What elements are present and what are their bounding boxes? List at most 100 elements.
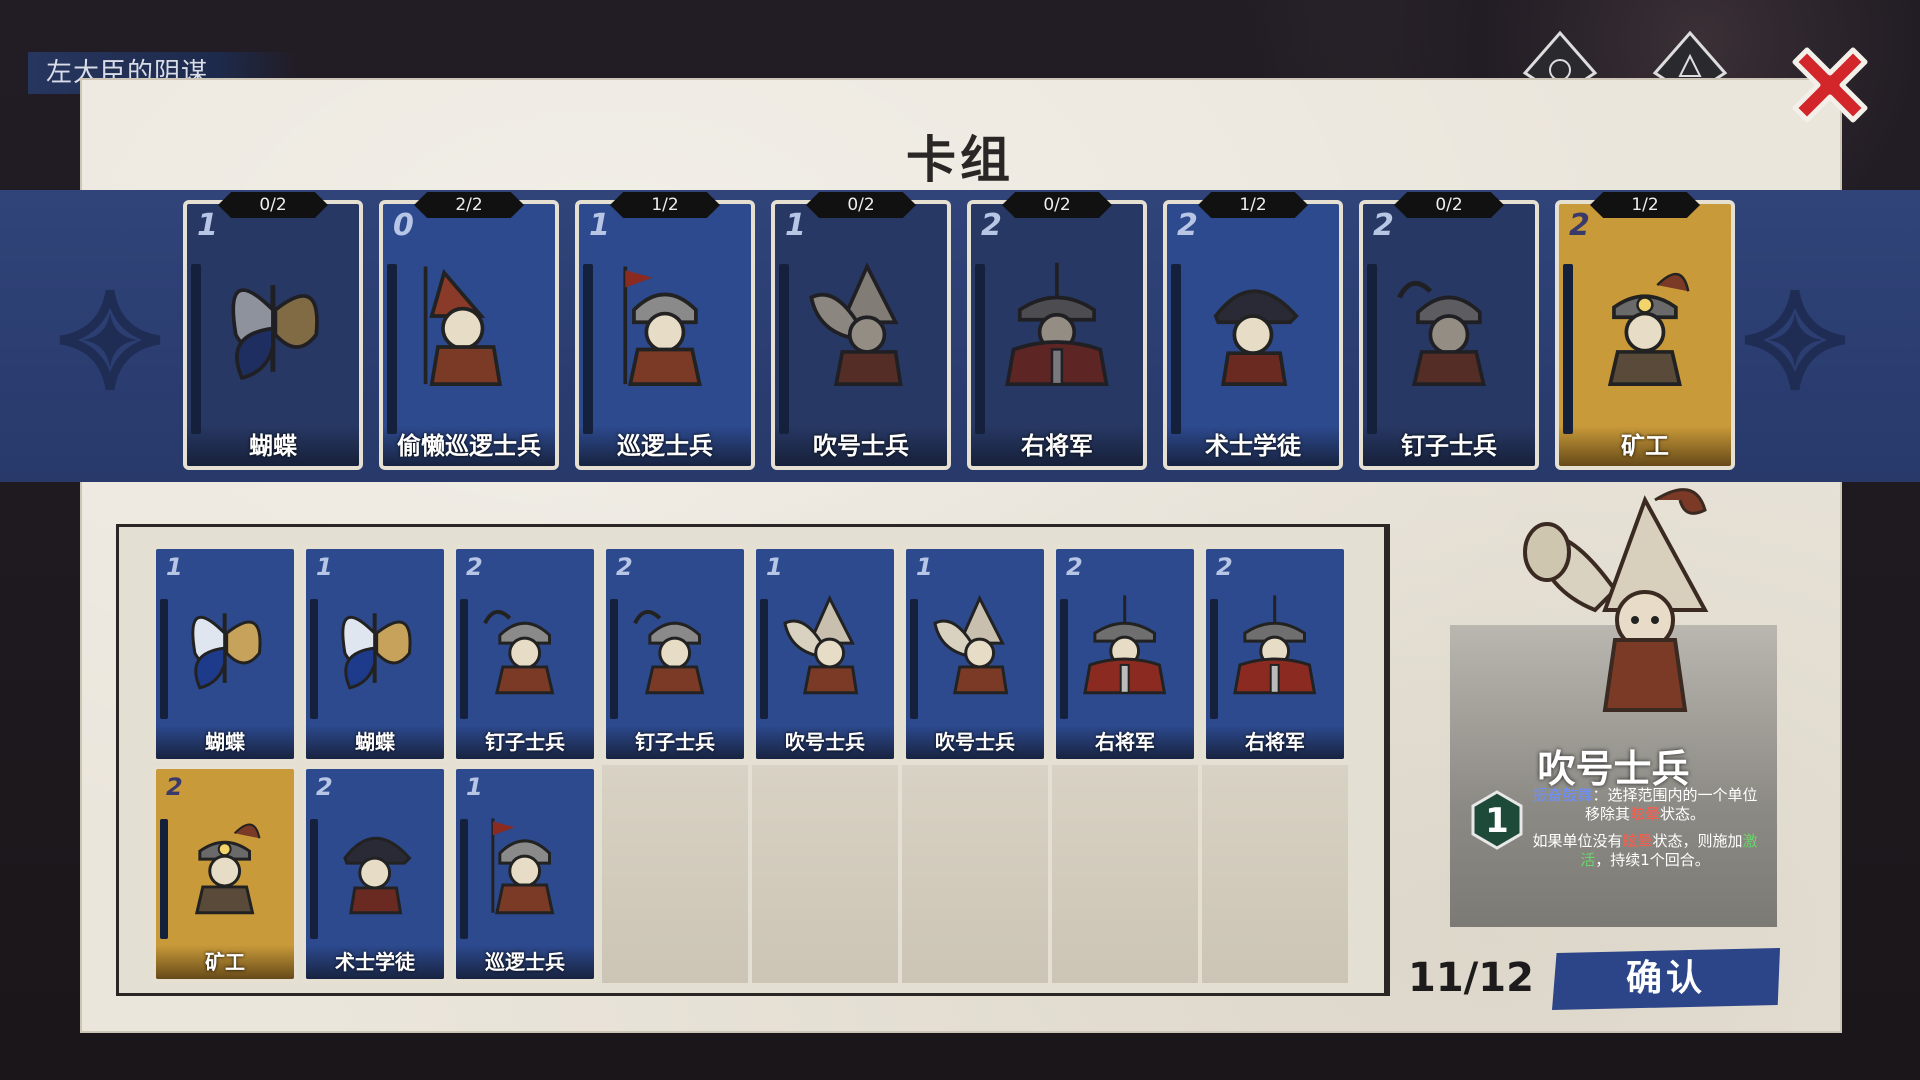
deck-count: 11/12 xyxy=(1408,955,1534,1001)
deck-card[interactable]: 1 吹号士兵 xyxy=(752,545,898,763)
card-cost: 0 xyxy=(393,208,414,243)
empty-deck-slot xyxy=(902,765,1048,983)
card-face: 1 蝴蝶 xyxy=(302,545,448,763)
card-face: 1 巡逻士兵 xyxy=(452,765,598,983)
keyword-stun: 眩晕 xyxy=(1622,832,1653,850)
confirm-button[interactable]: 确认 xyxy=(1552,948,1780,1010)
four-point-star-icon xyxy=(1740,285,1850,395)
apprentice-icon xyxy=(325,798,424,928)
patrol-soldier-icon xyxy=(475,798,574,928)
collection-card[interactable]: 2/2 0 偷懒巡逻士兵 xyxy=(379,192,559,470)
keyword-stun: 眩晕 xyxy=(1629,805,1660,823)
card-side-strip xyxy=(975,264,985,434)
card-side-strip xyxy=(160,819,168,939)
card-name: 吹号士兵 xyxy=(906,725,1044,759)
horn-soldier-icon xyxy=(925,578,1024,708)
close-button[interactable] xyxy=(1785,40,1875,130)
card-side-strip xyxy=(310,819,318,939)
card-count-badge: 1/2 xyxy=(1198,192,1308,218)
card-face: 1 巡逻士兵 xyxy=(575,200,755,470)
card-count-badge: 2/2 xyxy=(414,192,524,218)
card-face: 1 吹号士兵 xyxy=(771,200,951,470)
card-face: 2 钉子士兵 xyxy=(1359,200,1539,470)
card-side-strip xyxy=(610,599,618,719)
deck-card[interactable]: 2 矿工 xyxy=(152,765,298,983)
collection-card[interactable]: 0/2 1 吹号士兵 xyxy=(771,192,951,470)
deck-card[interactable]: 1 吹号士兵 xyxy=(902,545,1048,763)
general-icon xyxy=(1075,578,1174,708)
horn-soldier-icon xyxy=(775,578,874,708)
card-name: 巡逻士兵 xyxy=(456,945,594,979)
card-name: 右将军 xyxy=(1056,725,1194,759)
card-cost: 1 xyxy=(166,553,183,581)
card-cost: 1 xyxy=(766,553,783,581)
card-cost: 2 xyxy=(166,773,183,801)
card-count-badge: 0/2 xyxy=(218,192,328,218)
card-face: 2 钉子士兵 xyxy=(602,545,748,763)
card-face: 2 矿工 xyxy=(152,765,298,983)
card-face: 1 吹号士兵 xyxy=(902,545,1048,763)
card-cost: 1 xyxy=(197,208,218,243)
collection-card[interactable]: 1/2 1 巡逻士兵 xyxy=(575,192,755,470)
card-side-strip xyxy=(1210,599,1218,719)
four-point-star-icon xyxy=(55,285,165,395)
collection-card[interactable]: 1/2 2 矿工 xyxy=(1555,192,1735,470)
card-cost: 2 xyxy=(981,208,1002,243)
card-side-strip xyxy=(387,264,397,434)
empty-deck-slot xyxy=(1052,765,1198,983)
deck-card[interactable]: 1 蝴蝶 xyxy=(152,545,298,763)
empty-deck-slot xyxy=(1202,765,1348,983)
empty-deck-slot xyxy=(752,765,898,983)
card-face: 1 蝴蝶 xyxy=(152,545,298,763)
detail-cost: 1 xyxy=(1485,801,1509,841)
deck-card[interactable]: 1 巡逻士兵 xyxy=(452,765,598,983)
card-cost: 2 xyxy=(1066,553,1083,581)
card-count-badge: 0/2 xyxy=(806,192,916,218)
card-side-strip xyxy=(1367,264,1377,434)
description-text: 状态。 xyxy=(1660,805,1706,823)
lazy-soldier-icon xyxy=(407,241,531,403)
description-text: ，持续1个回合。 xyxy=(1595,851,1710,869)
card-cost: 2 xyxy=(466,553,483,581)
card-name: 右将军 xyxy=(1206,725,1344,759)
collection-card[interactable]: 0/2 1 蝴蝶 xyxy=(183,192,363,470)
deck-card[interactable]: 2 右将军 xyxy=(1052,545,1198,763)
card-count-badge: 0/2 xyxy=(1394,192,1504,218)
card-cost: 2 xyxy=(316,773,333,801)
card-count-badge: 1/2 xyxy=(1590,192,1700,218)
detail-card-name: 吹号士兵 xyxy=(1537,747,1690,791)
butterfly-icon xyxy=(325,578,424,708)
deck-card[interactable]: 1 蝴蝶 xyxy=(302,545,448,763)
card-side-strip xyxy=(460,819,468,939)
card-name: 偷懒巡逻士兵 xyxy=(383,426,555,466)
card-face: 2 矿工 xyxy=(1555,200,1735,470)
deck-card[interactable]: 2 右将军 xyxy=(1202,545,1348,763)
collection-card[interactable]: 0/2 2 右将军 xyxy=(967,192,1147,470)
horn-soldier-icon xyxy=(799,241,923,403)
deck-card[interactable]: 2 术士学徒 xyxy=(302,765,448,983)
card-count-badge: 0/2 xyxy=(1002,192,1112,218)
collection-card[interactable]: 1/2 2 术士学徒 xyxy=(1163,192,1343,470)
card-face: 2 右将军 xyxy=(967,200,1147,470)
card-side-strip xyxy=(160,599,168,719)
card-face: 1 蝴蝶 xyxy=(183,200,363,470)
card-cost: 2 xyxy=(1373,208,1394,243)
card-name: 蝴蝶 xyxy=(187,426,359,466)
card-cost: 2 xyxy=(1177,208,1198,243)
collection-card[interactable]: 0/2 2 钉子士兵 xyxy=(1359,192,1539,470)
card-name: 吹号士兵 xyxy=(775,426,947,466)
nail-soldier-icon xyxy=(1387,241,1511,403)
card-cost: 1 xyxy=(916,553,933,581)
card-side-strip xyxy=(760,599,768,719)
card-face: 2 钉子士兵 xyxy=(452,545,598,763)
card-name: 吹号士兵 xyxy=(756,725,894,759)
card-name: 术士学徒 xyxy=(1167,426,1339,466)
deck-card[interactable]: 2 钉子士兵 xyxy=(602,545,748,763)
card-cost: 1 xyxy=(316,553,333,581)
page-title: 卡组 xyxy=(906,131,1014,189)
card-name: 钉子士兵 xyxy=(606,725,744,759)
card-name: 巡逻士兵 xyxy=(579,426,751,466)
deck-card[interactable]: 2 钉子士兵 xyxy=(452,545,598,763)
butterfly-icon xyxy=(175,578,274,708)
card-side-strip xyxy=(779,264,789,434)
